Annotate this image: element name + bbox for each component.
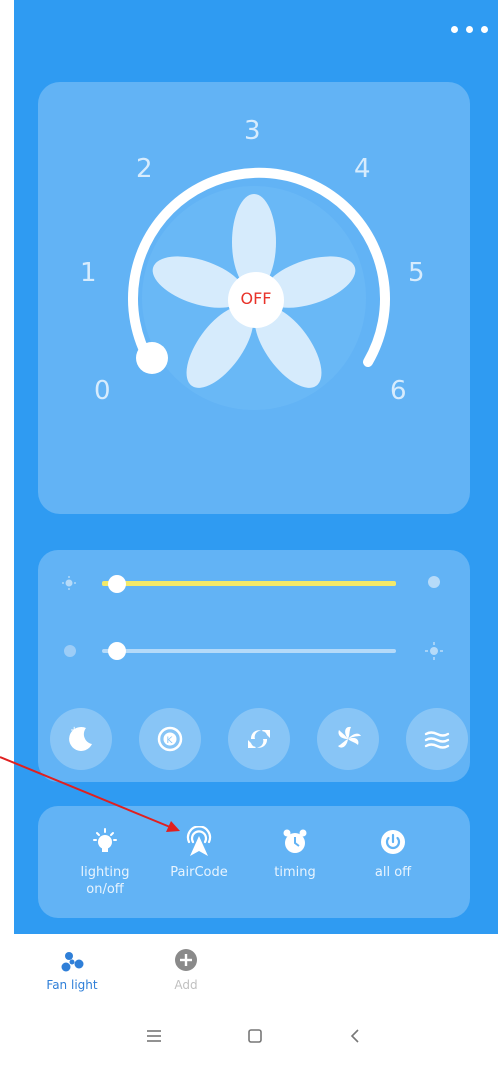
dial-knob bbox=[136, 342, 168, 374]
pair-signal-icon bbox=[154, 824, 244, 860]
natural-wind-mode-button[interactable] bbox=[406, 708, 468, 770]
all-off-button[interactable]: all off bbox=[348, 806, 438, 881]
timing-button[interactable]: timing bbox=[250, 806, 340, 881]
alarm-clock-icon bbox=[250, 824, 340, 860]
fan-swirl-mode-button[interactable] bbox=[317, 708, 379, 770]
all-off-label: all off bbox=[374, 865, 412, 880]
color-temp-track[interactable] bbox=[102, 649, 396, 653]
natural-wind-icon bbox=[424, 731, 450, 749]
nav-fan-light-label: Fan light bbox=[46, 978, 98, 992]
speed-label-6: 6 bbox=[390, 376, 407, 406]
brightness-max-icon bbox=[426, 574, 442, 594]
speed-label-5: 5 bbox=[408, 258, 425, 288]
light-bulb-icon bbox=[60, 824, 150, 860]
k-mode-icon: K bbox=[157, 726, 183, 752]
speed-dial-card: OFF 0 1 2 3 4 5 6 bbox=[38, 82, 470, 514]
bottom-nav: Fan light Add bbox=[0, 934, 498, 1006]
sleep-moon-icon: + bbox=[69, 725, 92, 751]
slider-card: + K bbox=[38, 550, 470, 782]
timing-label: timing bbox=[274, 865, 316, 880]
speed-label-1: 1 bbox=[80, 258, 97, 288]
menu-icon[interactable] bbox=[139, 1021, 169, 1051]
temp-min-icon bbox=[64, 645, 76, 657]
svg-text:+: + bbox=[70, 725, 78, 736]
power-status-label[interactable]: OFF bbox=[228, 289, 284, 308]
nav-add-label: Add bbox=[174, 978, 198, 992]
nav-fan-light[interactable]: Fan light bbox=[32, 948, 112, 992]
paircode-button[interactable]: PairCode bbox=[154, 806, 244, 881]
system-nav-bar bbox=[0, 1006, 498, 1065]
power-icon bbox=[348, 824, 438, 860]
color-temp-slider-knob[interactable] bbox=[108, 642, 126, 660]
reverse-mode-button[interactable] bbox=[228, 708, 290, 770]
plus-circle-icon bbox=[146, 948, 226, 974]
lighting-toggle-button[interactable]: lighting on/off bbox=[60, 806, 150, 898]
mode-buttons: + K bbox=[50, 708, 468, 770]
home-icon[interactable] bbox=[240, 1021, 270, 1051]
speed-label-2: 2 bbox=[136, 154, 153, 184]
speed-label-0: 0 bbox=[94, 376, 111, 406]
brightness-slider-knob[interactable] bbox=[108, 575, 126, 593]
brightness-min-icon bbox=[62, 575, 76, 590]
nav-add[interactable]: Add bbox=[146, 948, 226, 992]
fan-control-screen: OFF 0 1 2 3 4 5 6 + K lighting on/off Pa… bbox=[14, 0, 498, 934]
more-menu-icon[interactable] bbox=[451, 26, 488, 33]
sleep-mode-button[interactable]: + bbox=[50, 708, 112, 770]
back-icon[interactable] bbox=[340, 1021, 370, 1051]
speed-label-4: 4 bbox=[354, 154, 371, 184]
speed-label-3: 3 bbox=[244, 116, 261, 146]
paircode-label: PairCode bbox=[170, 865, 228, 880]
action-card: lighting on/off PairCode timing all off bbox=[38, 806, 470, 918]
k-mode-button[interactable]: K bbox=[139, 708, 201, 770]
brightness-fill bbox=[102, 581, 396, 586]
fan-icon bbox=[32, 948, 112, 974]
reverse-rotation-icon bbox=[248, 730, 270, 748]
temp-max-icon bbox=[425, 642, 443, 664]
fan-swirl-icon bbox=[338, 726, 361, 748]
lighting-toggle-label: lighting on/off bbox=[80, 865, 130, 897]
